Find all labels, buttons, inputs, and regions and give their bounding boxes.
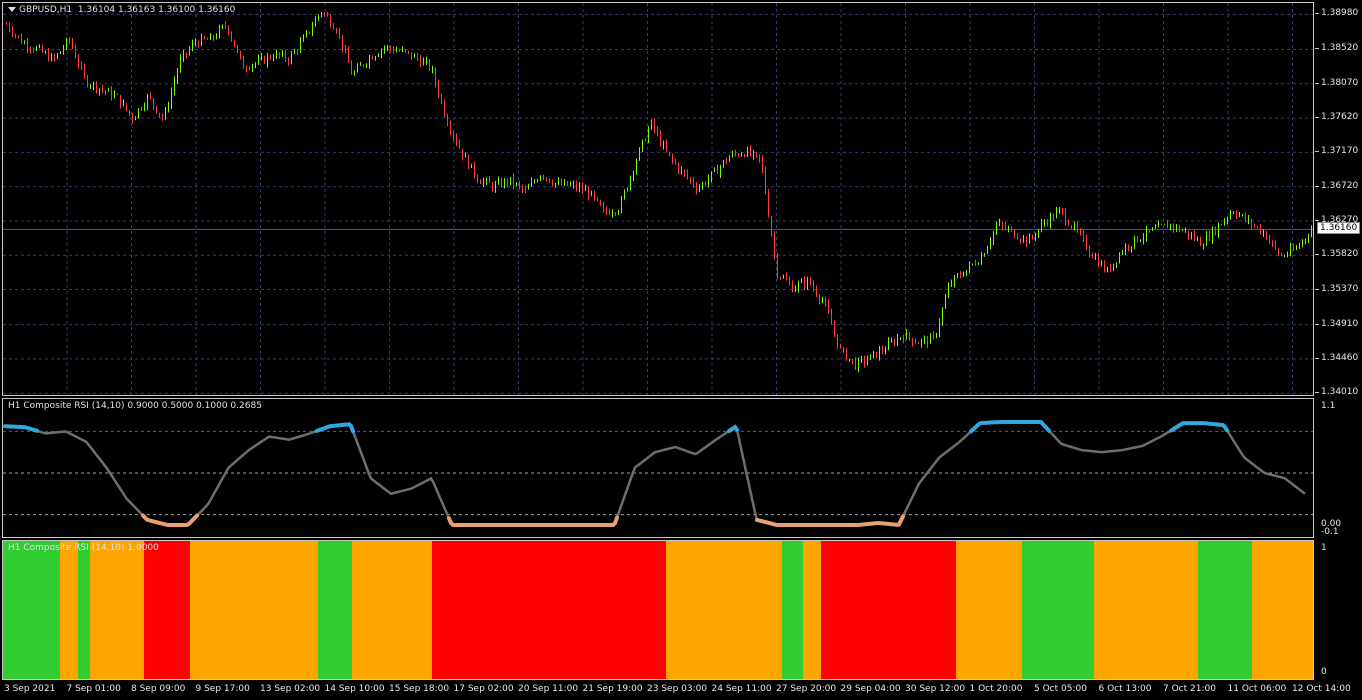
- state-block-orange: [1094, 541, 1198, 679]
- price-tick: [1315, 48, 1319, 50]
- rsi-overbought-segment: [3, 424, 39, 433]
- price-tick: [1315, 219, 1319, 221]
- time-label: 27 Sep 20:00: [776, 684, 837, 694]
- composite-rsi-pane[interactable]: H1 Composite RSI (14,10) 0.9000 0.5000 0…: [2, 398, 1314, 538]
- state-block-green: [782, 541, 803, 679]
- time-label: 20 Sep 11:00: [518, 684, 579, 694]
- price-level-label: 1.38070: [1321, 77, 1359, 88]
- price-tick: [1315, 151, 1319, 153]
- time-label: 29 Sep 04:00: [840, 684, 901, 694]
- price-tick: [1315, 13, 1319, 15]
- time-axis: 3 Sep 2021 7 Sep 01:00 8 Sep 09:00 9 Sep 17…: [2, 681, 1351, 700]
- state-block-orange: [190, 541, 318, 679]
- rsi-oversold-segment: [755, 514, 905, 527]
- time-label: 5 Oct 05:00: [1034, 684, 1087, 694]
- price-level-label: 1.37170: [1321, 146, 1359, 157]
- price-level-label: 1.35820: [1321, 249, 1359, 260]
- rsi-overbought-segment: [969, 420, 1051, 434]
- time-label: 21 Sep 19:00: [582, 684, 643, 694]
- state-label: H1 Composite RSI (14,10) 1.0000: [8, 543, 159, 553]
- price-chart-pane[interactable]: GBPUSD,H1 1.36104 1.36163 1.36100 1.3616…: [2, 2, 1314, 396]
- time-label: 1 Oct 20:00: [969, 684, 1023, 694]
- state-axis: 1 0: [1315, 540, 1362, 680]
- state-block-red: [821, 541, 956, 679]
- composite-rsi-state-pane[interactable]: H1 Composite RSI (14,10) 1.0000: [2, 540, 1314, 680]
- state-block-orange: [956, 541, 1022, 679]
- rsi-line: [4, 420, 1306, 527]
- rsi-level-bottom: -0.1: [1321, 527, 1339, 537]
- state-block-green: [3, 541, 60, 679]
- time-label: 12 Oct 14:00: [1292, 684, 1351, 694]
- state-block-green: [318, 541, 352, 679]
- symbol-label: GBPUSD,H1: [19, 5, 73, 15]
- rsi-axis: 1.1 0.00 -0.1: [1315, 398, 1362, 538]
- time-label: 24 Sep 11:00: [711, 684, 772, 694]
- time-label: 3 Sep 2021: [4, 684, 56, 694]
- state-block-green: [1022, 541, 1094, 679]
- ohlc-values: 1.36104 1.36163 1.36100 1.36160: [77, 5, 236, 15]
- time-label: 8 Sep 09:00: [131, 684, 186, 694]
- price-level-label: 1.38980: [1321, 8, 1359, 19]
- rsi-level-top: 1.1: [1321, 401, 1336, 411]
- state-block-orange: [1252, 541, 1313, 679]
- price-level-label: 1.36270: [1321, 214, 1359, 225]
- time-label: 7 Oct 21:00: [1163, 684, 1216, 694]
- time-label: 14 Sep 10:00: [324, 684, 385, 694]
- time-label: 9 Sep 17:00: [195, 684, 250, 694]
- state-block-orange: [90, 541, 144, 679]
- state-block-green: [78, 541, 90, 679]
- time-label: 13 Sep 02:00: [260, 684, 321, 694]
- price-tick: [1315, 323, 1319, 325]
- state-histogram[interactable]: [3, 541, 1314, 680]
- state-block-orange: [666, 541, 782, 679]
- rsi-label: H1 Composite RSI (14,10) 0.9000 0.5000 0…: [8, 401, 262, 411]
- price-level-label: 1.35370: [1321, 283, 1359, 294]
- time-label: 6 Oct 13:00: [1098, 684, 1152, 694]
- symbol-header: GBPUSD,H1 1.36104 1.36163 1.36100 1.3616…: [8, 5, 235, 15]
- state-level-top: 1: [1321, 543, 1327, 553]
- price-level-label: 1.37620: [1321, 112, 1359, 123]
- rsi-line-chart[interactable]: [3, 399, 1314, 538]
- price-tick: [1315, 357, 1319, 359]
- state-block-orange: [352, 541, 432, 679]
- time-label: 11 Oct 06:00: [1227, 684, 1287, 694]
- price-tick: [1315, 254, 1319, 256]
- price-tick: [1315, 82, 1319, 84]
- price-level-label: 1.34460: [1321, 352, 1359, 363]
- rsi-overbought-segment: [1169, 421, 1229, 433]
- state-block-red: [144, 541, 190, 679]
- time-label: 17 Sep 02:00: [453, 684, 514, 694]
- rsi-oversold-segment: [141, 513, 199, 527]
- price-tick: [1315, 288, 1319, 290]
- state-level-bottom: 0: [1321, 667, 1327, 677]
- time-label: 15 Sep 18:00: [389, 684, 450, 694]
- rsi-oversold-segment: [447, 515, 619, 527]
- candlestick-chart[interactable]: [3, 3, 1314, 396]
- price-tick: [1315, 117, 1319, 119]
- price-level-label: 1.34910: [1321, 318, 1359, 329]
- time-label: 7 Sep 01:00: [66, 684, 121, 694]
- state-block-orange: [803, 541, 821, 679]
- price-tick: [1315, 392, 1319, 394]
- price-axis: 1.36160 1.38980 1.38520 1.38070 1.37620 1.37…: [1315, 2, 1362, 398]
- dropdown-triangle-icon[interactable]: [8, 7, 16, 12]
- price-level-label: 1.34010: [1321, 387, 1359, 398]
- time-label: 23 Sep 03:00: [647, 684, 708, 694]
- state-block-green: [1198, 541, 1252, 679]
- price-level-label: 1.36720: [1321, 180, 1359, 191]
- state-block-orange: [60, 541, 78, 679]
- rsi-overbought-segment: [727, 424, 739, 434]
- price-level-label: 1.38520: [1321, 43, 1359, 54]
- price-tick: [1315, 185, 1319, 187]
- rsi-overbought-segment: [315, 422, 355, 434]
- time-label: 30 Sep 12:00: [905, 684, 966, 694]
- state-block-red: [432, 541, 666, 679]
